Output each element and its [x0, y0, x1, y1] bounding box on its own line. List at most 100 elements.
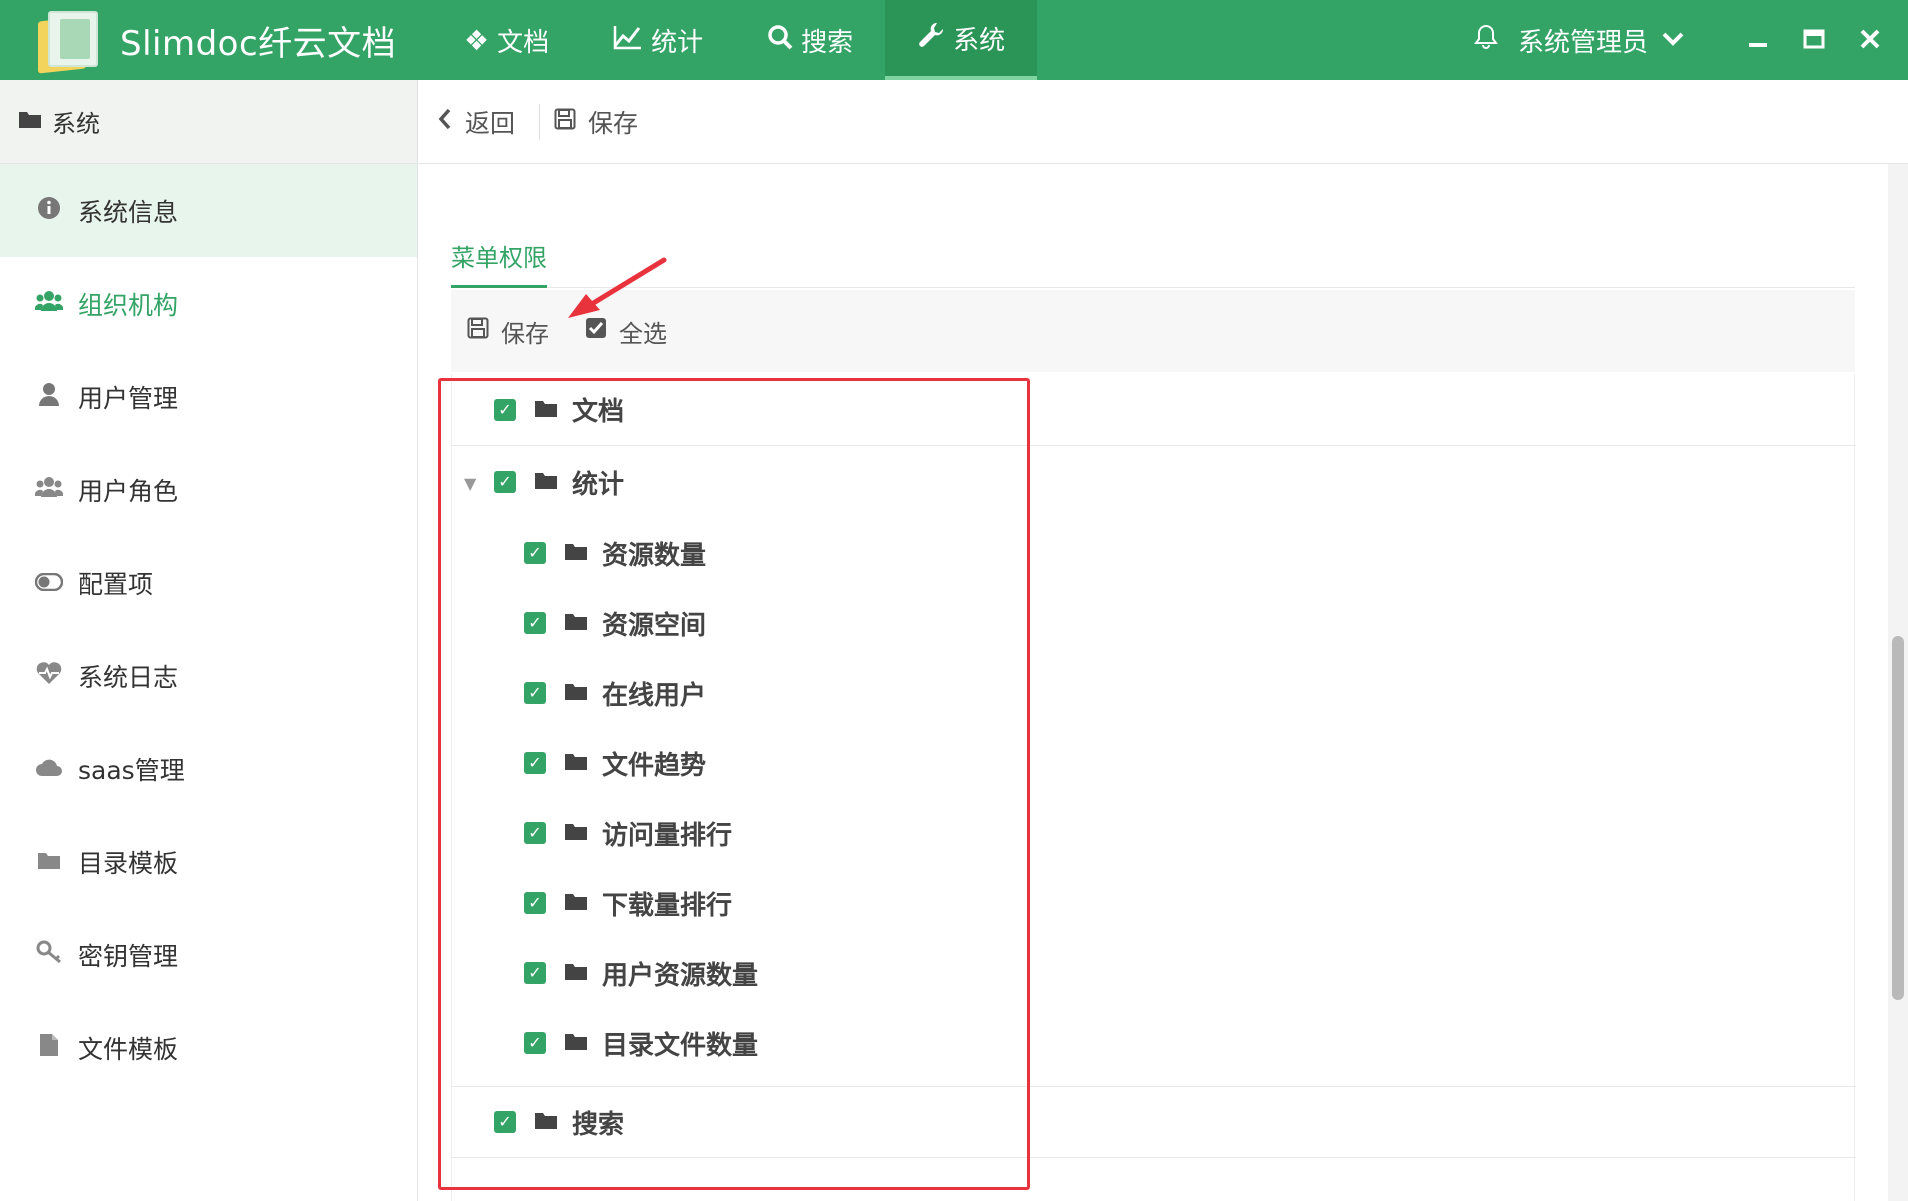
folder-icon [564, 539, 588, 567]
sidebar-item-system-info[interactable]: 系统信息 [0, 164, 417, 257]
tree-node-stats[interactable]: ▼ ✓ 统计 [452, 446, 1856, 518]
sidebar-header: 系统 [0, 80, 417, 164]
permission-toolbar: 保存 全选 [451, 290, 1855, 372]
line-chart-icon [613, 24, 643, 57]
sidebar-item-user-roles[interactable]: 用户角色 [0, 443, 417, 536]
sidebar-item-key-management[interactable]: 密钥管理 [0, 908, 417, 1001]
permission-save-label: 保存 [501, 319, 549, 348]
tree-node-docs[interactable]: ✓ 文档 [452, 374, 1856, 446]
save-button[interactable]: 保存 [554, 104, 638, 140]
nav-search-label: 搜索 [801, 27, 854, 58]
checkbox-checked-icon[interactable]: ✓ [494, 398, 516, 421]
tree-node-label: 统计 [572, 469, 625, 500]
brand: Slimdoc纤云文档 [0, 0, 432, 80]
select-all-label: 全选 [619, 319, 667, 348]
tab-strip: 菜单权限 [451, 236, 1855, 288]
back-button-label: 返回 [465, 108, 516, 138]
sidebar-item-label: 文件模板 [78, 1034, 179, 1064]
tree-node-resource-space[interactable]: ✓ 资源空间 [452, 588, 1856, 658]
chevron-down-icon[interactable] [1662, 28, 1684, 53]
tree-node-label: 在线用户 [602, 680, 707, 711]
folder-icon [534, 468, 558, 496]
chevron-left-icon [437, 108, 453, 136]
user-icon [34, 382, 64, 412]
user-name[interactable]: 系统管理员 [1518, 22, 1648, 59]
floppy-icon [554, 108, 576, 136]
tree-node-label: 访问量排行 [602, 820, 733, 851]
tree-node-label: 文件趋势 [602, 750, 707, 781]
sidebar-item-label: 目录模板 [78, 848, 179, 878]
tree-node-dir-file-count[interactable]: ✓ 目录文件数量 [452, 1008, 1856, 1078]
tree-node-visit-ranking[interactable]: ✓ 访问量排行 [452, 798, 1856, 868]
sidebar-item-label: 用户管理 [78, 383, 179, 413]
main-nav: ❖ 文档 统计 搜索 系统 [432, 0, 1038, 80]
permission-save-button[interactable]: 保存 [467, 314, 549, 349]
sidebar-item-saas[interactable]: saas管理 [0, 722, 417, 815]
sidebar-item-label: 配置项 [78, 569, 154, 599]
sidebar-item-config[interactable]: 配置项 [0, 536, 417, 629]
nav-system[interactable]: 系统 [885, 0, 1038, 80]
tree-node-file-trend[interactable]: ✓ 文件趋势 [452, 728, 1856, 798]
folder-icon [34, 848, 64, 876]
sidebar-item-label: 系统信息 [78, 197, 179, 227]
sidebar-item-label: 用户角色 [78, 476, 179, 506]
checkbox-checked-icon[interactable]: ✓ [524, 752, 546, 774]
sidebar: 系统 系统信息 组织机构 用户管理 用户角色 配置项 系统日志 saas管理 目… [0, 80, 418, 1201]
tree-node-download-ranking[interactable]: ✓ 下载量排行 [452, 868, 1856, 938]
checkbox-checked-icon[interactable]: ✓ [524, 612, 546, 634]
floppy-icon [467, 317, 489, 345]
checkbox-checked-icon[interactable]: ✓ [524, 682, 546, 704]
maximize-icon[interactable] [1786, 24, 1842, 57]
tree-node-label: 资源数量 [602, 540, 707, 571]
checkbox-checked-icon[interactable]: ✓ [524, 962, 546, 984]
checkbox-checked-icon[interactable]: ✓ [494, 471, 516, 493]
sidebar-item-file-template[interactable]: 文件模板 [0, 1001, 417, 1094]
sidebar-item-user-management[interactable]: 用户管理 [0, 350, 417, 443]
nav-stats[interactable]: 统计 [581, 0, 735, 80]
tree-node-search[interactable]: ✓ 搜索 [452, 1086, 1856, 1158]
checkbox-checked-icon[interactable]: ✓ [524, 1032, 546, 1054]
toggle-icon [34, 569, 64, 597]
tree-node-label: 资源空间 [602, 610, 707, 641]
tab-menu-permissions[interactable]: 菜单权限 [451, 236, 547, 288]
brand-name: Slimdoc纤云文档 [120, 23, 397, 64]
checkbox-checked-icon[interactable]: ✓ [524, 892, 546, 914]
minimize-icon[interactable] [1730, 24, 1786, 57]
sidebar-item-dir-template[interactable]: 目录模板 [0, 815, 417, 908]
back-button[interactable]: 返回 [437, 104, 515, 140]
sidebar-item-organization[interactable]: 组织机构 [0, 257, 417, 350]
folder-icon [534, 396, 558, 424]
folder-icon [564, 959, 588, 987]
select-all-button[interactable]: 全选 [585, 314, 667, 349]
nav-docs[interactable]: ❖ 文档 [432, 0, 581, 80]
caret-down-icon[interactable]: ▼ [464, 474, 476, 493]
top-right: 系统管理员 [1473, 0, 1908, 80]
scrollbar-thumb[interactable] [1892, 636, 1904, 1000]
checkbox-checked-icon[interactable]: ✓ [524, 822, 546, 844]
tree-node-label: 目录文件数量 [602, 1030, 759, 1061]
checkbox-checked-icon[interactable]: ✓ [494, 1111, 516, 1133]
sidebar-item-system-log[interactable]: 系统日志 [0, 629, 417, 722]
folder-icon [564, 749, 588, 777]
nav-system-label: 系统 [953, 25, 1006, 56]
slimdoc-logo [34, 7, 104, 74]
tree-node-user-resource-count[interactable]: ✓ 用户资源数量 [452, 938, 1856, 1008]
users-icon [34, 290, 64, 318]
heartbeat-icon [34, 661, 64, 691]
permission-tree: ✓ 文档 ▼ ✓ 统计 ✓ 资源数量 ✓ 资源空间 ✓ 在线用户 ✓ 文件趋势 … [451, 374, 1856, 1201]
folder-icon [534, 1108, 558, 1136]
tree-node-online-users[interactable]: ✓ 在线用户 [452, 658, 1856, 728]
tree-node-resource-count[interactable]: ✓ 资源数量 [452, 518, 1856, 588]
folder-icon [564, 889, 588, 917]
toolbar-divider [539, 103, 541, 140]
close-icon[interactable] [1842, 24, 1898, 57]
key-icon [34, 940, 64, 970]
bell-icon[interactable] [1473, 24, 1498, 57]
nav-search[interactable]: 搜索 [735, 0, 885, 80]
checkbox-checked-icon[interactable]: ✓ [524, 542, 546, 564]
tree-node-label: 用户资源数量 [602, 960, 759, 991]
tree-node-label: 搜索 [572, 1109, 625, 1140]
main-area: 返回 保存 菜单权限 保存 全选 ✓ 文档 ▼ ✓ 统计 ✓ 资源数量 ✓ 资源… [419, 80, 1908, 1201]
file-icon [34, 1033, 64, 1063]
folder-icon [564, 609, 588, 637]
